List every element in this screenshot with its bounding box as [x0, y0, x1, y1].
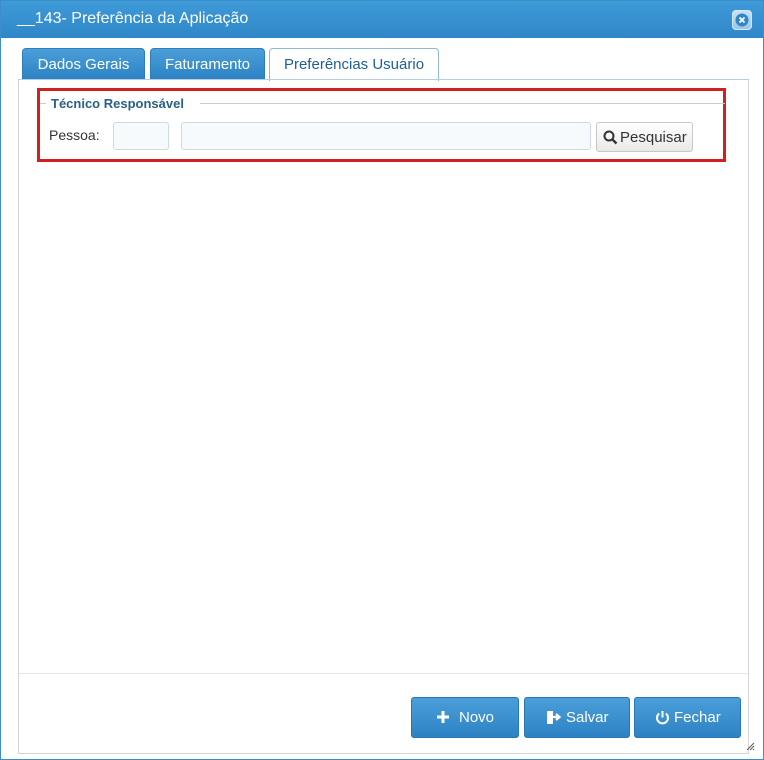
fechar-label: Fechar — [674, 709, 721, 726]
legend-rule-left — [40, 103, 46, 104]
salvar-button[interactable]: Salvar — [524, 697, 630, 738]
tab-content: Técnico Responsável Pessoa: Pesquisar No… — [18, 80, 749, 754]
dialog-window: __143- Preferência da Aplicação Dados Ge… — [0, 0, 764, 760]
pessoa-label: Pessoa: — [49, 127, 100, 143]
tab-preferencias-usuario[interactable]: Preferências Usuário — [269, 48, 439, 81]
pessoa-name-input[interactable] — [181, 122, 591, 150]
save-arrow-icon — [547, 711, 562, 724]
resize-grip-icon[interactable] — [745, 741, 755, 751]
window-title: __143- Preferência da Aplicação — [17, 10, 249, 27]
search-icon — [603, 130, 618, 145]
close-icon[interactable] — [732, 10, 752, 30]
salvar-label: Salvar — [566, 709, 609, 726]
pessoa-code-input[interactable] — [113, 122, 169, 150]
fechar-button[interactable]: Fechar — [634, 697, 741, 738]
plus-icon — [437, 711, 449, 723]
title-bar[interactable]: __143- Preferência da Aplicação — [1, 1, 763, 38]
novo-button[interactable]: Novo — [411, 697, 519, 738]
tecnico-responsavel-group: Técnico Responsável Pessoa: Pesquisar — [37, 88, 726, 162]
tab-dados-gerais[interactable]: Dados Gerais — [22, 48, 145, 80]
pesquisar-label: Pesquisar — [620, 129, 687, 146]
tab-faturamento[interactable]: Faturamento — [150, 48, 265, 80]
pesquisar-button[interactable]: Pesquisar — [596, 122, 693, 152]
legend-rule — [200, 103, 725, 104]
footer-divider — [19, 673, 748, 674]
novo-label: Novo — [459, 709, 495, 726]
group-legend: Técnico Responsável — [51, 96, 184, 111]
power-icon — [656, 711, 669, 725]
